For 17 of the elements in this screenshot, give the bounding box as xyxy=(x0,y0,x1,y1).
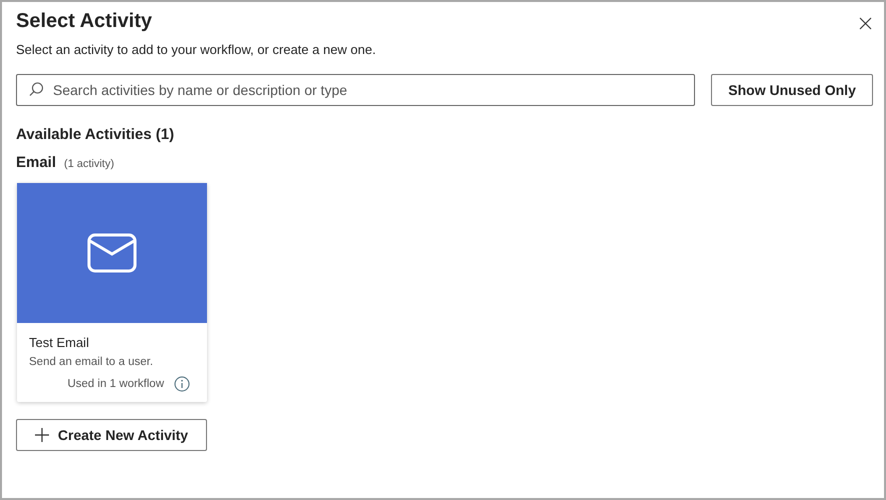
usage-text: Used in 1 workflow xyxy=(67,378,164,390)
create-new-activity-button[interactable]: Create New Activity xyxy=(16,419,207,451)
plus-icon xyxy=(34,428,49,442)
close-icon[interactable] xyxy=(859,16,872,30)
activity-card[interactable]: Test Email Send an email to a user. Used in 1 workflow xyxy=(17,183,207,402)
envelope-icon xyxy=(87,233,137,273)
show-unused-only-button[interactable]: Show Unused Only xyxy=(711,74,873,106)
section-heading: Available Activities (1) xyxy=(16,125,176,145)
group-count: (1 activity) xyxy=(64,158,114,170)
info-icon[interactable] xyxy=(174,376,190,392)
search-field[interactable]: Search activities by name or description or type xyxy=(16,74,696,106)
card-title: Test Email xyxy=(29,334,90,351)
dialog-subtitle: Select an activity to add to your workflow, or create a new one. xyxy=(16,41,377,58)
search-icon xyxy=(29,82,44,97)
group-name: Email xyxy=(16,154,56,171)
dialog-title: Select Activity xyxy=(16,9,152,34)
card-description: Send an email to a user. xyxy=(29,356,154,368)
